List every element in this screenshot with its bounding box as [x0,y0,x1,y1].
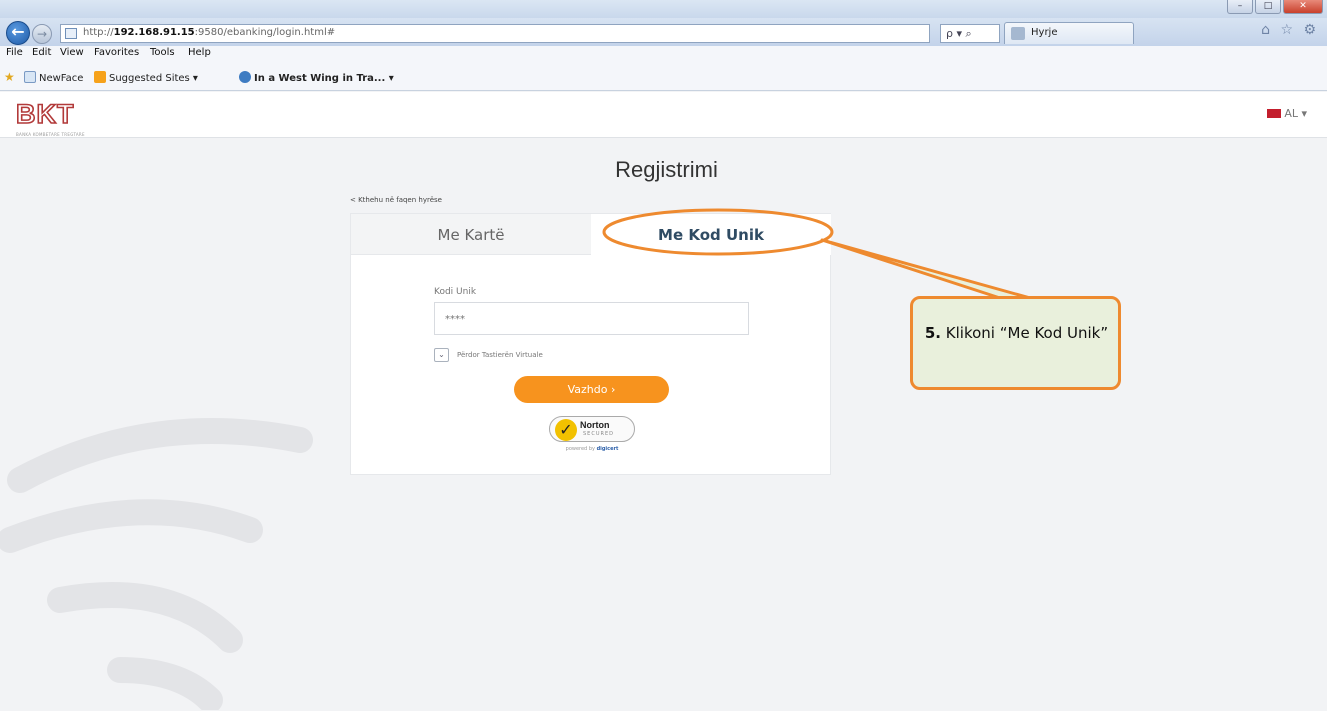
powered-by-text: powered by [565,446,595,452]
registration-card: Me Kartë Me Kod Unik Kodi Unik ⌄ Përdor … [350,213,831,475]
ie-page-icon [239,71,251,83]
back-to-home-link[interactable]: < Kthehu në faqen hyrëse [350,196,442,204]
maximize-button[interactable]: □ [1255,0,1281,14]
fav-west-wing[interactable]: In a West Wing in Tra... ▾ [239,71,394,84]
menu-bar: File Edit View Favorites Tools Help [0,46,1327,62]
logo-text: BKT [15,98,75,130]
page-title-text: Regjistrimi [615,157,718,182]
address-bar[interactable]: http://192.168.91.15:9580/ebanking/login… [60,24,930,43]
home-favorites-settings-icons[interactable]: ⌂ ☆ ⚙ [1261,22,1319,38]
logo-subtitle: BANKA KOMBETARE TREGTARE [16,132,85,137]
address-url: http://192.168.91.15:9580/ebanking/login… [83,27,335,38]
tab-me-karte-label: Me Kartë [437,226,505,244]
window-controls: – □ ✕ [1227,0,1323,16]
menu-view[interactable]: View [60,47,84,58]
url-host: 192.168.91.15 [113,27,195,38]
minimize-button[interactable]: – [1227,0,1253,14]
kodi-unik-field[interactable] [434,302,749,335]
menu-file[interactable]: File [6,47,23,58]
fav-suggested-sites[interactable]: Suggested Sites ▾ [94,71,198,84]
kodi-unik-label: Kodi Unik [434,287,477,297]
menu-edit[interactable]: Edit [32,47,51,58]
vazhdo-button[interactable]: Vazhdo › [514,376,669,403]
annotation-callout: 5. Klikoni “Me Kod Unik” [910,296,1121,390]
language-label: AL ▾ [1284,107,1307,120]
favorites-star-icon[interactable]: ★ [4,70,15,84]
suggested-sites-icon [94,71,106,83]
bank-watermark-icon [0,418,313,710]
menu-tools[interactable]: Tools [150,47,175,58]
page-icon [65,28,77,39]
tab-favicon-icon [1011,27,1025,40]
virtual-keyboard-label[interactable]: Përdor Tastierën Virtuale [457,351,543,359]
forward-button[interactable]: → [32,24,52,44]
menu-help[interactable]: Help [188,47,211,58]
close-button[interactable]: ✕ [1283,0,1323,14]
search-refresh-controls[interactable]: ρ ▾ ⌕ [940,24,1000,43]
tab-me-kod-unik[interactable]: Me Kod Unik [591,214,831,255]
kodi-unik-input[interactable] [445,309,735,329]
url-prefix: http:// [83,27,114,38]
site-header: BKT BANKA KOMBETARE TREGTARE AL ▾ [0,92,1327,138]
fav-west-wing-label: In a West Wing in Tra... ▾ [254,73,394,84]
norton-name: Norton [580,420,610,430]
screenshot-root: – □ ✕ ← → http://192.168.91.15:9580/eban… [0,0,1327,711]
norton-check-icon: ✓ [555,419,577,441]
norton-badge-frame: ✓ Norton SECURED [549,416,635,442]
menu-favorites[interactable]: Favorites [94,47,139,58]
browser-titlebar: – □ ✕ [0,0,1327,18]
page-title: Regjistrimi [0,157,1327,183]
favorites-bar: ★ NewFace Suggested Sites ▾ In a West Wi… [0,62,1327,91]
callout-step-number: 5. [924,324,942,342]
fav-newface-label: NewFace [39,73,84,84]
browser-navbar: ← → http://192.168.91.15:9580/ebanking/l… [0,18,1327,46]
fav-suggested-label: Suggested Sites ▾ [109,73,198,84]
callout-instruction: Klikoni “Me Kod Unik” [945,324,1109,342]
callout-text: 5. Klikoni “Me Kod Unik” [919,322,1114,344]
tab-me-kod-unik-label: Me Kod Unik [658,226,764,244]
albania-flag-icon [1267,109,1282,118]
norton-secured-text: SECURED [583,431,614,437]
fav-newface[interactable]: NewFace [24,71,83,84]
newface-icon [24,71,36,83]
url-suffix: :9580/ebanking/login.html# [194,27,336,38]
tab-me-karte[interactable]: Me Kartë [351,214,591,255]
digicert-text: digicert [596,446,619,452]
tab-title: Hyrje [1031,27,1058,38]
browser-tab[interactable]: Hyrje [1004,22,1134,44]
language-selector[interactable]: AL ▾ [1267,107,1307,120]
back-button[interactable]: ← [6,21,30,45]
virtual-keyboard-checkbox[interactable]: ⌄ [434,348,449,362]
norton-secured-badge[interactable]: ✓ Norton SECURED powered by digicert [549,416,635,456]
bkt-logo[interactable]: BKT BANKA KOMBETARE TREGTARE [8,98,118,137]
norton-powered-by: powered by digicert [549,446,635,452]
